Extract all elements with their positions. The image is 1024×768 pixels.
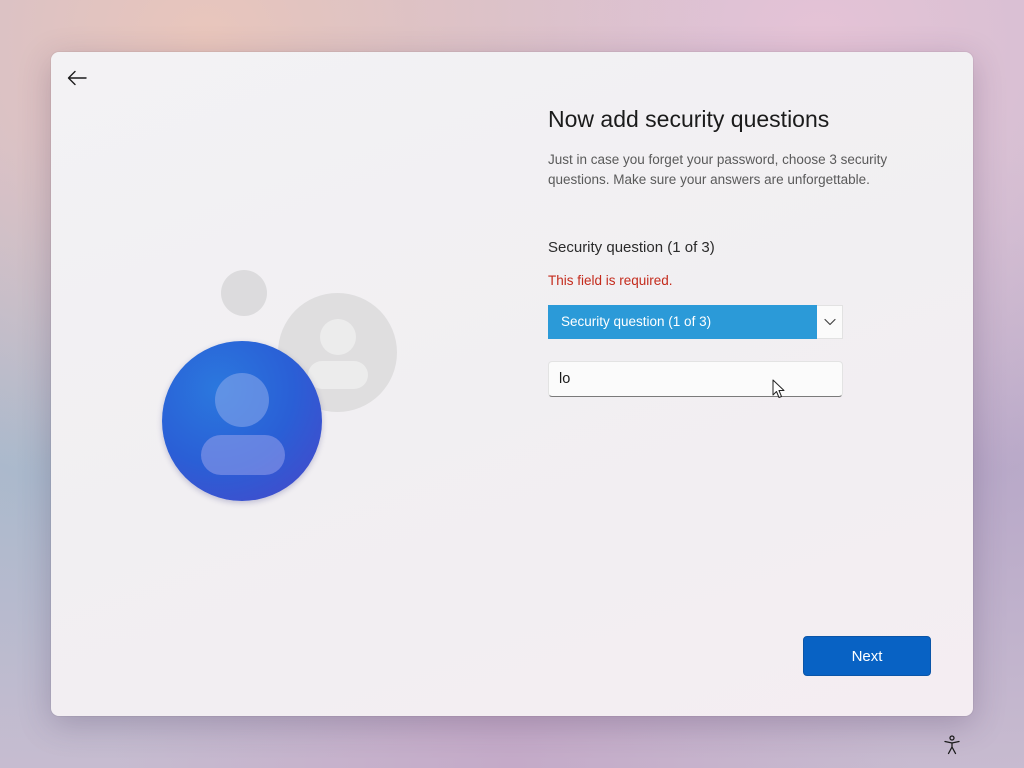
desktop-background: Now add security questions Just in case … bbox=[0, 0, 1024, 768]
accessibility-icon[interactable] bbox=[940, 733, 964, 757]
security-answer-input[interactable] bbox=[548, 361, 843, 397]
security-question-label: Security question (1 of 3) bbox=[548, 239, 715, 256]
setup-window: Now add security questions Just in case … bbox=[51, 52, 973, 716]
page-description: Just in case you forget your password, c… bbox=[548, 152, 888, 187]
security-question-dropdown[interactable]: Security question (1 of 3) bbox=[548, 305, 843, 339]
chevron-down-icon[interactable] bbox=[817, 305, 843, 339]
dropdown-selected-value: Security question (1 of 3) bbox=[548, 305, 817, 339]
page-title: Now add security questions bbox=[548, 106, 830, 132]
decorative-dot bbox=[221, 270, 267, 316]
back-arrow-icon bbox=[67, 70, 87, 86]
next-button[interactable]: Next bbox=[803, 636, 931, 676]
blue-person-icon bbox=[162, 341, 322, 501]
error-message: This field is required. bbox=[548, 273, 673, 288]
back-button[interactable] bbox=[63, 64, 91, 92]
account-illustration bbox=[161, 268, 401, 508]
mouse-cursor-icon bbox=[772, 379, 785, 398]
